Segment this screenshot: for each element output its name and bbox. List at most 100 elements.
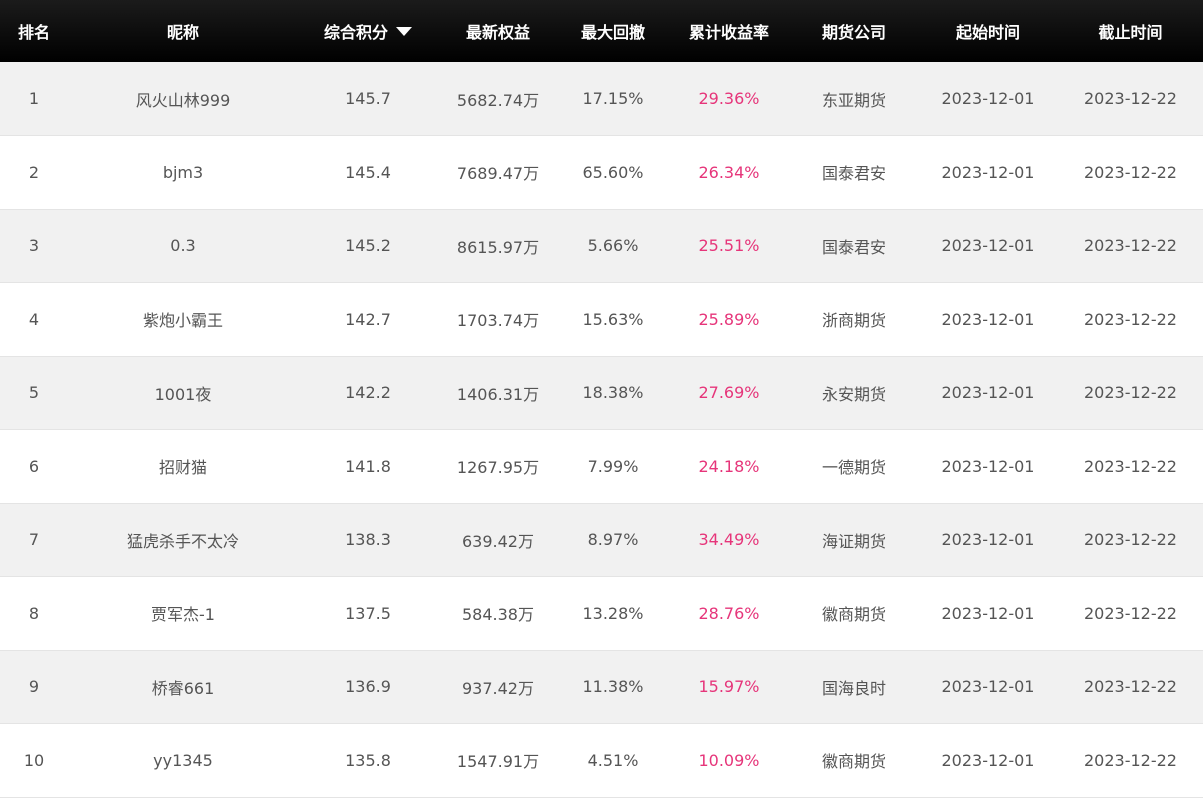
table-header: 排名 昵称 综合积分 最新权益 最大回撤 累计收益率 期货公司 起始时间 截止时… — [0, 0, 1203, 62]
cell-rank: 4 — [28, 309, 40, 329]
cell-rank: 7 — [28, 530, 40, 550]
header-drawdown: 最大回撤 — [580, 23, 645, 42]
cell-start-date: 2023-12-01 — [941, 677, 1035, 697]
cell-return: 28.76% — [698, 603, 760, 623]
cell-score: 136.9 — [345, 677, 391, 697]
cell-rank: 9 — [28, 677, 40, 697]
cell-return: 10.09% — [698, 750, 760, 770]
cell-start-date: 2023-12-01 — [941, 530, 1035, 550]
cell-return: 25.51% — [698, 236, 760, 256]
table-row: 4 紫炮小霸王 142.7 1703.74万 15.63% 25.89% 浙商期货 2023-… — [0, 282, 1203, 356]
table-row: 6 招财猫 141.8 1267.95万 7.99% 24.18% 一德期货 2023-12-… — [0, 429, 1203, 503]
cell-score: 145.2 — [345, 236, 391, 256]
header-equity: 最新权益 — [465, 23, 530, 42]
cell-end-date: 2023-12-22 — [1084, 530, 1177, 550]
cell-return: 26.34% — [698, 162, 760, 182]
cell-equity: 1703.74万 — [456, 311, 540, 331]
cell-score: 145.7 — [345, 89, 391, 108]
cell-equity: 937.42万 — [462, 678, 534, 698]
cell-nickname: 猛虎杀手不太冷 — [126, 531, 239, 551]
cell-score: 141.8 — [345, 456, 391, 476]
cell-drawdown: 11.38% — [582, 677, 644, 697]
cell-drawdown: 13.28% — [582, 603, 644, 623]
header-end: 截止时间 — [1098, 23, 1163, 42]
cell-score: 142.2 — [345, 383, 391, 403]
cell-rank: 3 — [28, 236, 40, 256]
cell-score: 142.7 — [345, 309, 391, 329]
cell-rank: 5 — [28, 383, 40, 403]
cell-nickname: 1001夜 — [154, 384, 212, 404]
cell-equity: 1547.91万 — [456, 752, 540, 772]
cell-nickname: 0.3 — [170, 236, 196, 256]
table-row: 10 yy1345 135.8 1547.91万 4.51% 10.09% 徽商期货 2023… — [0, 723, 1203, 797]
header-start: 起始时间 — [955, 23, 1020, 42]
cell-end-date: 2023-12-22 — [1084, 677, 1177, 697]
cell-nickname: 桥睿661 — [151, 678, 215, 698]
cell-equity: 5682.74万 — [456, 90, 540, 110]
cell-end-date: 2023-12-22 — [1084, 89, 1177, 108]
cell-return: 24.18% — [698, 456, 760, 476]
cell-nickname: 贾军杰-1 — [151, 605, 215, 625]
header-broker: 期货公司 — [821, 23, 886, 42]
cell-return: 29.36% — [698, 89, 760, 108]
cell-equity: 1406.31万 — [456, 384, 540, 404]
cell-return: 27.69% — [698, 383, 760, 403]
cell-broker: 海证期货 — [821, 531, 886, 551]
table-row: 2 bjm3 145.4 7689.47万 65.60% 26.34% 国泰君安 2023-1… — [0, 135, 1203, 209]
cell-broker: 一德期货 — [821, 458, 886, 478]
cell-end-date: 2023-12-22 — [1084, 309, 1177, 329]
cell-score: 145.4 — [345, 162, 391, 182]
cell-drawdown: 18.38% — [582, 383, 644, 403]
cell-drawdown: 8.97% — [587, 530, 639, 550]
cell-start-date: 2023-12-01 — [941, 456, 1035, 476]
cell-equity: 7689.47万 — [456, 164, 540, 184]
cell-drawdown: 7.99% — [587, 456, 639, 476]
cell-equity: 639.42万 — [462, 531, 534, 551]
cell-end-date: 2023-12-22 — [1084, 456, 1177, 476]
caret-down-icon — [396, 27, 412, 36]
cell-nickname: 风火山林999 — [135, 90, 231, 110]
table-row: 7 猛虎杀手不太冷 138.3 639.42万 8.97% 34.49% 海证期货 2023-… — [0, 503, 1203, 577]
cell-rank: 8 — [28, 603, 40, 623]
cell-broker: 徽商期货 — [821, 752, 886, 772]
cell-rank: 10 — [23, 750, 45, 770]
cell-rank: 2 — [28, 162, 40, 182]
cell-return: 34.49% — [698, 530, 760, 550]
cell-nickname: 招财猫 — [158, 458, 207, 478]
cell-start-date: 2023-12-01 — [941, 162, 1035, 182]
cell-drawdown: 15.63% — [582, 309, 644, 329]
cell-end-date: 2023-12-22 — [1084, 750, 1177, 770]
cell-drawdown: 4.51% — [587, 750, 639, 770]
cell-nickname: 紫炮小霸王 — [142, 311, 223, 331]
cell-score: 135.8 — [345, 750, 391, 770]
cell-broker: 浙商期货 — [821, 311, 886, 331]
cell-end-date: 2023-12-22 — [1084, 162, 1177, 182]
ranking-table: 排名 昵称 综合积分 最新权益 最大回撤 累计收益率 期货公司 起始时间 截止时… — [0, 0, 1203, 798]
cell-broker: 东亚期货 — [821, 90, 886, 110]
table-row: 8 贾军杰-1 137.5 584.38万 13.28% 28.76% 徽商期货 2023-1… — [0, 576, 1203, 650]
cell-return: 15.97% — [698, 677, 760, 697]
header-return: 累计收益率 — [688, 23, 769, 42]
cell-start-date: 2023-12-01 — [941, 383, 1035, 403]
table-row: 3 0.3 145.2 8615.97万 5.66% 25.51% 国泰君安 2023-12-… — [0, 209, 1203, 283]
cell-score: 137.5 — [345, 603, 391, 623]
cell-end-date: 2023-12-22 — [1084, 236, 1177, 256]
cell-broker: 永安期货 — [821, 384, 886, 404]
cell-equity: 584.38万 — [462, 605, 534, 625]
cell-end-date: 2023-12-22 — [1084, 383, 1177, 403]
cell-rank: 1 — [28, 89, 40, 108]
cell-start-date: 2023-12-01 — [941, 89, 1035, 108]
cell-nickname: bjm3 — [162, 162, 204, 182]
cell-nickname: yy1345 — [153, 750, 213, 770]
header-rank: 排名 — [17, 23, 50, 42]
table-row: 1 风火山林999 145.7 5682.74万 17.15% 29.36% 东亚期货 202… — [0, 62, 1203, 136]
cell-equity: 8615.97万 — [456, 237, 540, 257]
header-score-sort-button[interactable]: 综合积分 — [298, 0, 438, 62]
table-row: 5 1001夜 142.2 1406.31万 18.38% 27.69% 永安期货 2023-… — [0, 356, 1203, 430]
header-row: 排名 昵称 综合积分 最新权益 最大回撤 累计收益率 期货公司 起始时间 截止时… — [0, 0, 1203, 62]
cell-start-date: 2023-12-01 — [941, 750, 1035, 770]
table-body: 1 风火山林999 145.7 5682.74万 17.15% 29.36% 东亚期货 202… — [0, 62, 1203, 797]
cell-drawdown: 65.60% — [582, 162, 644, 182]
cell-drawdown: 17.15% — [582, 89, 644, 108]
header-nickname: 昵称 — [166, 23, 199, 42]
